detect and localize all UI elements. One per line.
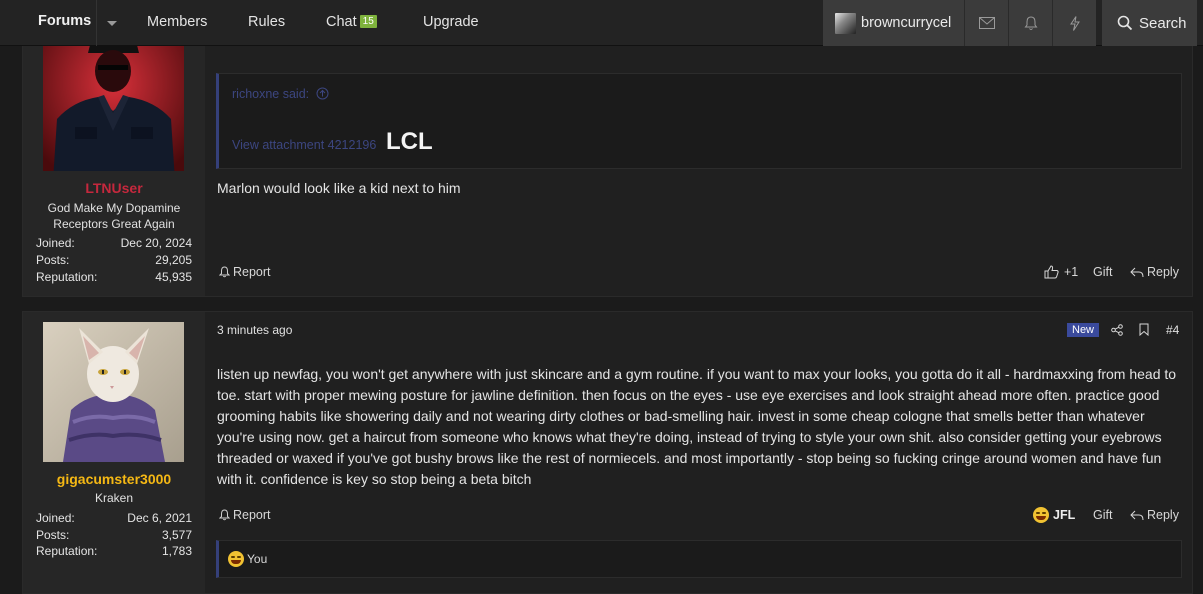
post-author-sidebar: gigacumster3000 Kraken Joined: Dec 6, 202… [23, 312, 205, 593]
thumbs-up-icon [1044, 265, 1059, 279]
author-title: God Make My Dopamine Receptors Great Aga… [47, 201, 181, 231]
alerts-button[interactable] [1008, 0, 1052, 46]
reaction-button[interactable]: JFL [1033, 507, 1075, 523]
post-body: listen up newfag, you won't get anywhere… [217, 366, 1177, 487]
avatar [835, 12, 856, 34]
report-label: Report [233, 265, 271, 279]
nav-members[interactable]: Members [147, 14, 207, 30]
like-count: +1 [1064, 265, 1079, 279]
search-label: Search [1139, 14, 1187, 32]
author-username[interactable]: LTNUser [23, 180, 205, 196]
chat-count-badge: 15 [359, 15, 377, 28]
forums-dropdown-toggle[interactable] [96, 0, 126, 46]
stat-value: 3,577 [161, 528, 192, 542]
stat-posts: Posts: 3,577 [36, 528, 192, 542]
gift-label: Gift [1093, 508, 1113, 522]
search-button[interactable]: Search [1102, 0, 1197, 46]
laughing-emoji-icon [1033, 507, 1049, 523]
account-menu[interactable]: browncurrycel [823, 0, 964, 46]
report-button[interactable]: Report [219, 265, 271, 279]
post-number[interactable]: #4 [1166, 323, 1179, 337]
chevron-down-icon [106, 20, 117, 26]
stat-value: 29,205 [155, 253, 192, 267]
bell-icon [219, 509, 230, 521]
stat-posts: Posts: 29,205 [36, 253, 192, 267]
stat-value: 1,783 [161, 544, 192, 558]
nav-rules[interactable]: Rules [248, 14, 285, 30]
new-badge: New [1067, 323, 1100, 337]
stat-label: Joined: [36, 236, 75, 250]
stat-label: Joined: [36, 511, 75, 525]
stat-value: Dec 20, 2024 [120, 236, 192, 250]
author-avatar-image [43, 322, 184, 462]
stat-joined: Joined: Dec 6, 2021 [36, 511, 192, 525]
quote-author-label: richoxne said: [232, 87, 310, 101]
stat-value: Dec 6, 2021 [127, 511, 192, 525]
author-title: Kraken [94, 491, 134, 505]
nav-upgrade[interactable]: Upgrade [423, 14, 479, 30]
inbox-button[interactable] [964, 0, 1008, 46]
author-avatar[interactable] [43, 322, 184, 462]
top-navigation: Forums Members Rules Chat 15 Upgrade brow… [0, 0, 1203, 46]
reply-button[interactable]: Reply [1130, 265, 1179, 279]
stat-label: Posts: [36, 253, 70, 267]
reaction-label: JFL [1053, 508, 1076, 522]
quote-author[interactable]: richoxne said: [232, 87, 329, 101]
report-button[interactable]: Report [219, 508, 271, 522]
post-body: Marlon would look like a kid next to him [217, 180, 461, 196]
bell-icon [1024, 15, 1037, 30]
stat-joined: Joined: Dec 20, 2024 [36, 236, 192, 250]
author-avatar-image [43, 31, 184, 171]
nav-chat-label: Chat [326, 14, 357, 30]
share-icon[interactable] [1111, 324, 1123, 336]
account-username: browncurrycel [861, 15, 952, 31]
post: LTNUser God Make My Dopamine Receptors G… [22, 31, 1193, 297]
author-avatar[interactable] [43, 31, 184, 171]
author-username[interactable]: gigacumster3000 [23, 471, 205, 487]
bell-icon [219, 266, 230, 278]
post-timestamp[interactable]: 3 minutes ago [217, 323, 292, 337]
like-button[interactable]: +1 [1044, 265, 1078, 279]
reply-arrow-icon [1130, 510, 1144, 520]
envelope-icon [978, 17, 995, 29]
stat-reputation: Reputation: 45,935 [36, 270, 192, 284]
post: gigacumster3000 Kraken Joined: Dec 6, 202… [22, 311, 1193, 594]
reply-arrow-icon [1130, 267, 1144, 277]
report-label: Report [233, 508, 271, 522]
gift-button[interactable]: Gift [1093, 265, 1112, 279]
stat-label: Reputation: [36, 270, 98, 284]
quote-block: richoxne said: View attachment 4212196 L… [216, 73, 1182, 169]
nav-forums[interactable]: Forums [22, 0, 126, 46]
quote-big-text: LCL [386, 128, 433, 155]
reply-button[interactable]: Reply [1130, 508, 1179, 522]
gift-label: Gift [1093, 265, 1113, 279]
bookmark-icon[interactable] [1139, 323, 1149, 336]
stat-value: 45,935 [155, 270, 192, 284]
post-author-sidebar: LTNUser God Make My Dopamine Receptors G… [23, 31, 205, 296]
reactions-bar[interactable]: You [216, 540, 1182, 578]
whats-new-button[interactable] [1052, 0, 1096, 46]
arrow-up-circle-icon[interactable] [316, 87, 329, 100]
reply-label: Reply [1147, 508, 1179, 522]
stat-reputation: Reputation: 1,783 [36, 544, 192, 558]
search-icon [1117, 15, 1133, 31]
reactions-by: You [247, 552, 268, 566]
attachment-link[interactable]: View attachment 4212196 [232, 138, 376, 152]
gift-button[interactable]: Gift [1093, 508, 1112, 522]
nav-chat[interactable]: Chat 15 [326, 14, 377, 30]
laughing-emoji-icon [228, 551, 244, 567]
lightning-bolt-icon [1069, 15, 1080, 31]
stat-label: Posts: [36, 528, 70, 542]
nav-forums-label[interactable]: Forums [38, 13, 91, 29]
stat-label: Reputation: [36, 544, 98, 558]
reply-label: Reply [1147, 265, 1179, 279]
